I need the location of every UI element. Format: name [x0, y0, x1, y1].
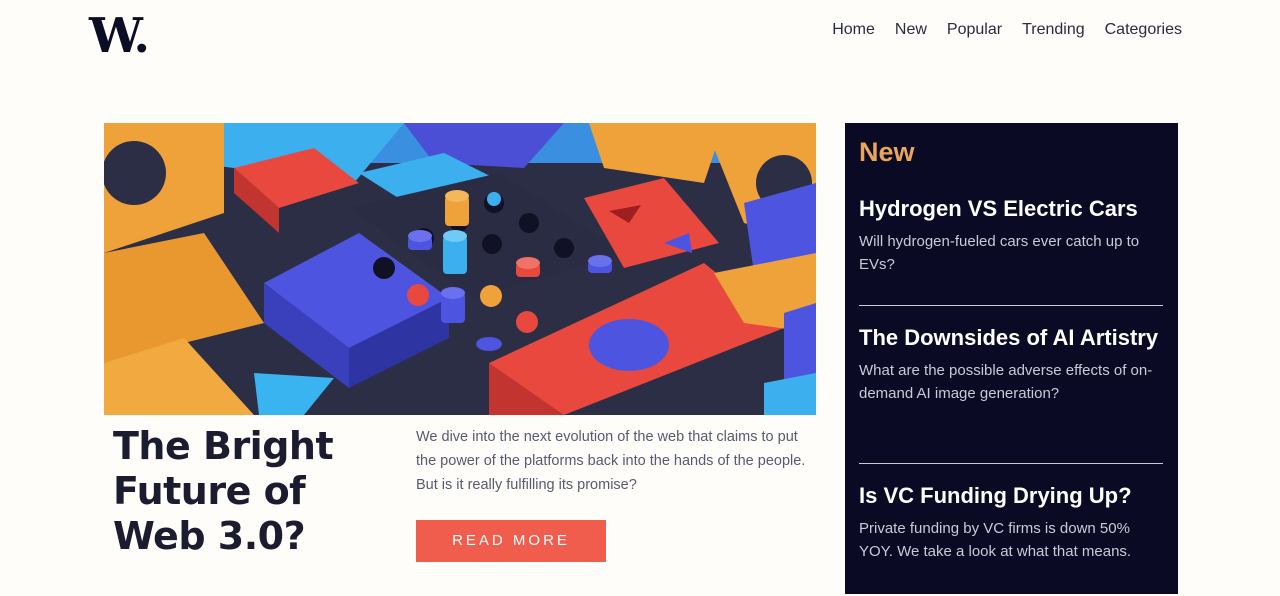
sidebar-article-title[interactable]: Is VC Funding Drying Up? [859, 482, 1163, 510]
logo[interactable]: W. [89, 10, 150, 62]
sidebar-article-title[interactable]: The Downsides of AI Artistry [859, 324, 1163, 352]
sidebar-article: Hydrogen VS Electric Cars Will hydrogen-… [859, 195, 1163, 276]
nav-new[interactable]: New [895, 18, 927, 42]
sidebar-article-description: What are the possible adverse effects of… [859, 362, 1153, 402]
nav-popular[interactable]: Popular [947, 18, 1002, 42]
hero-image [104, 123, 816, 415]
sidebar-article: The Downsides of AI Artistry What are th… [859, 324, 1163, 405]
main-nav: Home New Popular Trending Categories [832, 18, 1182, 42]
nav-trending[interactable]: Trending [1022, 18, 1085, 42]
sidebar-article: Is VC Funding Drying Up? Private funding… [859, 482, 1163, 563]
divider [859, 305, 1163, 306]
nav-categories[interactable]: Categories [1105, 18, 1182, 42]
sidebar-article-title[interactable]: Hydrogen VS Electric Cars [859, 195, 1163, 223]
article-title[interactable]: The Bright Future of Web 3.0? [113, 424, 403, 559]
read-more-button[interactable]: READ MORE [416, 520, 606, 562]
article-description: We dive into the next evolution of the w… [416, 429, 806, 493]
sidebar-new: New Hydrogen VS Electric Cars Will hydro… [845, 123, 1178, 594]
sidebar-article-description: Will hydrogen-fueled cars ever catch up … [859, 233, 1140, 273]
sidebar-heading: New [859, 137, 915, 167]
site-header: W. Home New Popular Trending Categories [0, 0, 1280, 70]
nav-home[interactable]: Home [832, 18, 875, 42]
divider [859, 463, 1163, 464]
sidebar-article-description: Private funding by VC firms is down 50% … [859, 520, 1132, 560]
